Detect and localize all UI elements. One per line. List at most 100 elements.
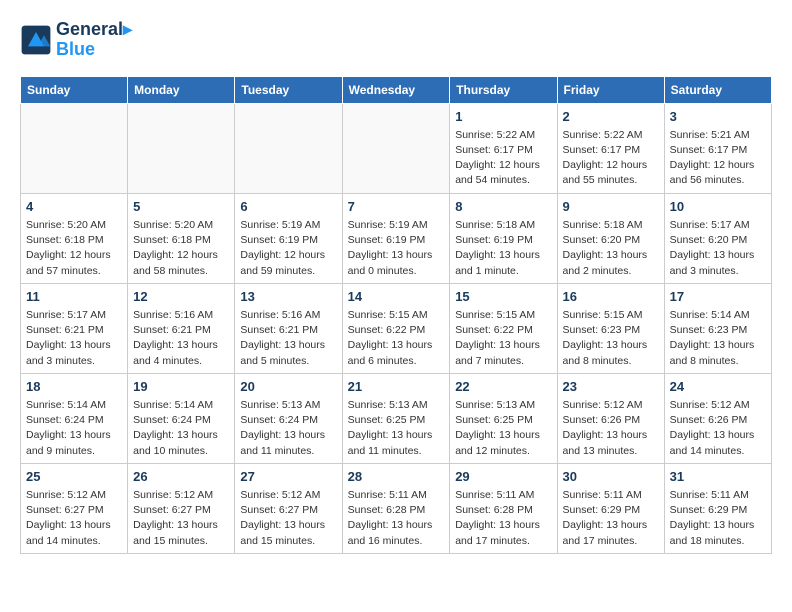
day-info: Sunrise: 5:18 AM Sunset: 6:19 PM Dayligh… [455,218,551,279]
day-number: 16 [563,288,659,306]
day-number: 13 [240,288,336,306]
calendar-week-row: 25 Sunrise: 5:12 AM Sunset: 6:27 PM Dayli… [21,463,772,553]
day-info: Sunrise: 5:22 AM Sunset: 6:17 PM Dayligh… [563,128,659,189]
calendar-cell: 4Sunrise: 5:20 AM Sunset: 6:18 PM Daylig… [21,193,128,283]
calendar-cell: 6 Sunrise: 5:19 AM Sunset: 6:19 PM Daylig… [235,193,342,283]
calendar-cell: 7 Sunrise: 5:19 AM Sunset: 6:19 PM Daylig… [342,193,450,283]
day-number: 20 [240,378,336,396]
day-info: Sunrise: 5:11 AM Sunset: 6:28 PM Dayligh… [348,488,445,549]
calendar-cell: 16 Sunrise: 5:15 AM Sunset: 6:23 PM Dayli… [557,283,664,373]
calendar-cell: 12 Sunrise: 5:16 AM Sunset: 6:21 PM Dayli… [128,283,235,373]
day-number: 8 [455,198,551,216]
day-number: 19 [133,378,229,396]
day-number: 12 [133,288,229,306]
calendar-cell: 10Sunrise: 5:17 AM Sunset: 6:20 PM Dayli… [664,193,771,283]
calendar-cell [235,103,342,193]
calendar-cell: 8 Sunrise: 5:18 AM Sunset: 6:19 PM Daylig… [450,193,557,283]
day-info: Sunrise: 5:19 AM Sunset: 6:19 PM Dayligh… [348,218,445,279]
calendar-body: 1 Sunrise: 5:22 AM Sunset: 6:17 PM Daylig… [21,103,772,553]
day-number: 17 [670,288,766,306]
calendar-cell: 30 Sunrise: 5:11 AM Sunset: 6:29 PM Dayli… [557,463,664,553]
day-number: 29 [455,468,551,486]
day-info: Sunrise: 5:20 AM Sunset: 6:18 PM Dayligh… [133,218,229,279]
calendar-week-row: 4Sunrise: 5:20 AM Sunset: 6:18 PM Daylig… [21,193,772,283]
calendar-cell: 5 Sunrise: 5:20 AM Sunset: 6:18 PM Daylig… [128,193,235,283]
day-info: Sunrise: 5:16 AM Sunset: 6:21 PM Dayligh… [133,308,229,369]
day-info: Sunrise: 5:13 AM Sunset: 6:25 PM Dayligh… [455,398,551,459]
calendar-cell: 31Sunrise: 5:11 AM Sunset: 6:29 PM Dayli… [664,463,771,553]
day-number: 1 [455,108,551,126]
day-info: Sunrise: 5:16 AM Sunset: 6:21 PM Dayligh… [240,308,336,369]
day-info: Sunrise: 5:15 AM Sunset: 6:23 PM Dayligh… [563,308,659,369]
calendar-cell: 21 Sunrise: 5:13 AM Sunset: 6:25 PM Dayli… [342,373,450,463]
day-number: 28 [348,468,445,486]
calendar-cell [342,103,450,193]
day-info: Sunrise: 5:13 AM Sunset: 6:24 PM Dayligh… [240,398,336,459]
day-number: 18 [26,378,122,396]
calendar-cell: 13 Sunrise: 5:16 AM Sunset: 6:21 PM Dayli… [235,283,342,373]
day-info: Sunrise: 5:12 AM Sunset: 6:26 PM Dayligh… [670,398,766,459]
calendar-cell: 1 Sunrise: 5:22 AM Sunset: 6:17 PM Daylig… [450,103,557,193]
weekday-header-tuesday: Tuesday [235,76,342,103]
day-number: 10 [670,198,766,216]
day-info: Sunrise: 5:14 AM Sunset: 6:24 PM Dayligh… [133,398,229,459]
day-info: Sunrise: 5:15 AM Sunset: 6:22 PM Dayligh… [455,308,551,369]
day-info: Sunrise: 5:11 AM Sunset: 6:29 PM Dayligh… [563,488,659,549]
day-info: Sunrise: 5:18 AM Sunset: 6:20 PM Dayligh… [563,218,659,279]
calendar-cell: 29 Sunrise: 5:11 AM Sunset: 6:28 PM Dayli… [450,463,557,553]
day-info: Sunrise: 5:14 AM Sunset: 6:24 PM Dayligh… [26,398,122,459]
logo-icon [20,24,52,56]
calendar-week-row: 18 Sunrise: 5:14 AM Sunset: 6:24 PM Dayli… [21,373,772,463]
calendar-cell: 9 Sunrise: 5:18 AM Sunset: 6:20 PM Daylig… [557,193,664,283]
day-number: 23 [563,378,659,396]
day-number: 3 [670,108,766,126]
day-info: Sunrise: 5:19 AM Sunset: 6:19 PM Dayligh… [240,218,336,279]
weekday-header-saturday: Saturday [664,76,771,103]
day-info: Sunrise: 5:14 AM Sunset: 6:23 PM Dayligh… [670,308,766,369]
calendar-cell: 19 Sunrise: 5:14 AM Sunset: 6:24 PM Dayli… [128,373,235,463]
day-number: 9 [563,198,659,216]
calendar-table: SundayMondayTuesdayWednesdayThursdayFrid… [20,76,772,554]
calendar-cell: 20 Sunrise: 5:13 AM Sunset: 6:24 PM Dayli… [235,373,342,463]
day-number: 6 [240,198,336,216]
day-info: Sunrise: 5:20 AM Sunset: 6:18 PM Dayligh… [26,218,122,279]
day-info: Sunrise: 5:21 AM Sunset: 6:17 PM Dayligh… [670,128,766,189]
calendar-cell [128,103,235,193]
calendar-cell [21,103,128,193]
day-number: 11 [26,288,122,306]
day-number: 21 [348,378,445,396]
day-number: 25 [26,468,122,486]
calendar-cell: 22 Sunrise: 5:13 AM Sunset: 6:25 PM Dayli… [450,373,557,463]
day-number: 24 [670,378,766,396]
day-info: Sunrise: 5:13 AM Sunset: 6:25 PM Dayligh… [348,398,445,459]
calendar-cell: 3 Sunrise: 5:21 AM Sunset: 6:17 PM Daylig… [664,103,771,193]
day-number: 2 [563,108,659,126]
day-number: 15 [455,288,551,306]
calendar-cell: 11 Sunrise: 5:17 AM Sunset: 6:21 PM Dayli… [21,283,128,373]
calendar-cell: 25 Sunrise: 5:12 AM Sunset: 6:27 PM Dayli… [21,463,128,553]
calendar-cell: 27Sunrise: 5:12 AM Sunset: 6:27 PM Dayli… [235,463,342,553]
calendar-cell: 17 Sunrise: 5:14 AM Sunset: 6:23 PM Dayli… [664,283,771,373]
calendar-cell: 18 Sunrise: 5:14 AM Sunset: 6:24 PM Dayli… [21,373,128,463]
calendar-cell: 23 Sunrise: 5:12 AM Sunset: 6:26 PM Dayli… [557,373,664,463]
calendar-cell: 26 Sunrise: 5:12 AM Sunset: 6:27 PM Dayli… [128,463,235,553]
weekday-header-friday: Friday [557,76,664,103]
day-number: 5 [133,198,229,216]
day-number: 30 [563,468,659,486]
day-info: Sunrise: 5:15 AM Sunset: 6:22 PM Dayligh… [348,308,445,369]
day-info: Sunrise: 5:12 AM Sunset: 6:26 PM Dayligh… [563,398,659,459]
weekday-header-monday: Monday [128,76,235,103]
day-info: Sunrise: 5:12 AM Sunset: 6:27 PM Dayligh… [133,488,229,549]
calendar-cell: 28 Sunrise: 5:11 AM Sunset: 6:28 PM Dayli… [342,463,450,553]
day-info: Sunrise: 5:17 AM Sunset: 6:21 PM Dayligh… [26,308,122,369]
day-number: 22 [455,378,551,396]
day-info: Sunrise: 5:12 AM Sunset: 6:27 PM Dayligh… [26,488,122,549]
day-info: Sunrise: 5:11 AM Sunset: 6:29 PM Dayligh… [670,488,766,549]
day-number: 26 [133,468,229,486]
day-info: Sunrise: 5:22 AM Sunset: 6:17 PM Dayligh… [455,128,551,189]
day-number: 7 [348,198,445,216]
day-info: Sunrise: 5:11 AM Sunset: 6:28 PM Dayligh… [455,488,551,549]
calendar-week-row: 11 Sunrise: 5:17 AM Sunset: 6:21 PM Dayli… [21,283,772,373]
page-header: General▸ Blue [20,20,772,60]
weekday-header-sunday: Sunday [21,76,128,103]
